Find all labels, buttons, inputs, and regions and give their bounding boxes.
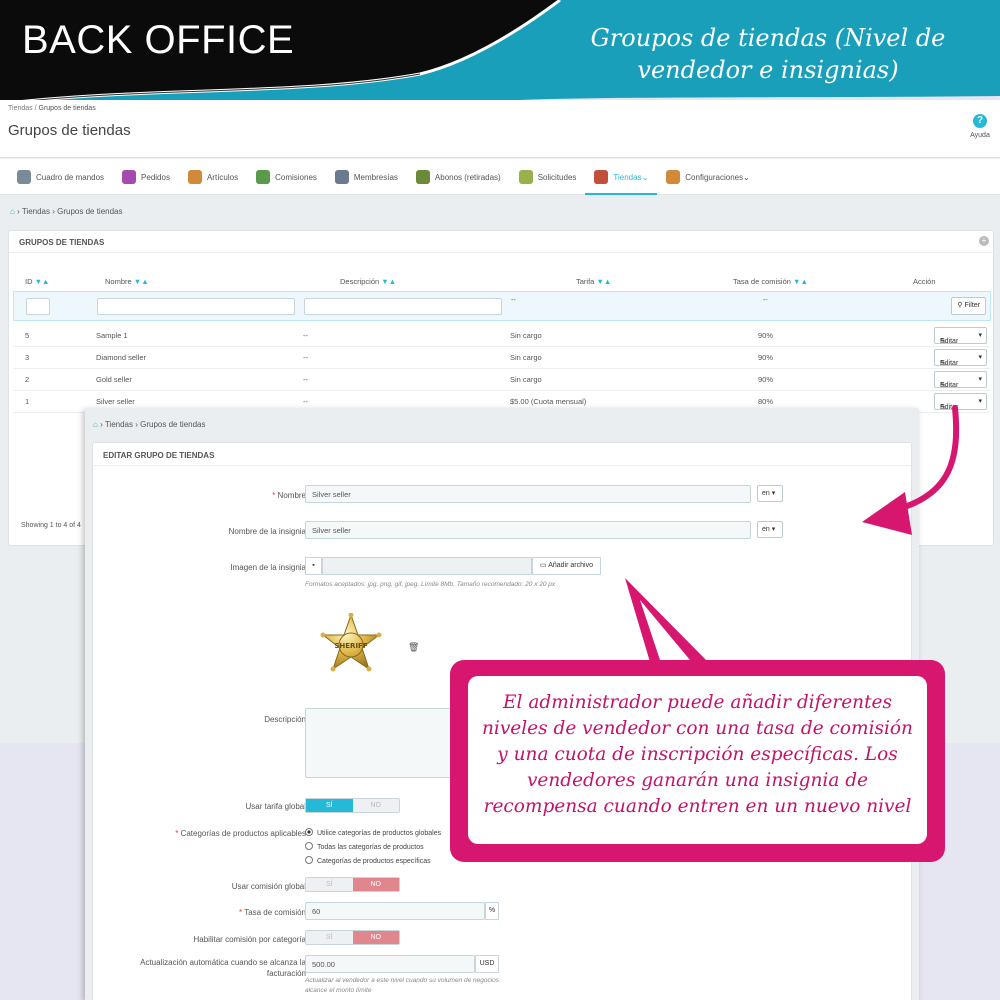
info-callout: El administrador puede añadir diferentes…	[450, 660, 945, 862]
callout-text: El administrador puede añadir diferentes…	[468, 676, 927, 844]
